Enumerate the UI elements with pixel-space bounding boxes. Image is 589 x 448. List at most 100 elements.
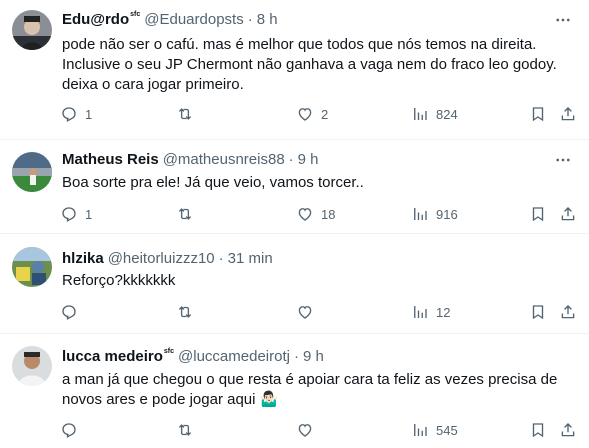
tweet-header: Matheus Reis @matheusnreis88 · 9 h [62,149,319,169]
views-count: 12 [436,304,451,320]
avatar[interactable] [12,346,52,386]
views-button[interactable]: 12 [411,297,450,327]
share-button[interactable] [559,297,577,327]
tweet-text: pode não ser o cafú. mas é melhor que to… [62,35,572,95]
retweet-button[interactable] [176,99,201,129]
timestamp[interactable]: 8 h [257,11,278,28]
views-button[interactable]: 545 [411,415,458,445]
timestamp[interactable]: 9 h [298,151,319,168]
like-button[interactable]: 2 [296,99,328,129]
share-button[interactable] [559,99,577,129]
share-button[interactable] [559,415,577,445]
reply-icon [62,423,76,438]
views-count: 545 [436,422,458,438]
avatar[interactable] [12,152,52,192]
tweet-header: lucca medeiro sfc @luccamedeirotj · 9 h [62,346,324,366]
action-bar: 12 [52,297,589,327]
bookmark-icon [532,207,544,222]
tweet-text-line: Reforço?kkkkkkk [62,272,176,289]
display-name[interactable]: Matheus Reis [62,151,159,168]
tweet-text-line: deixa o cara jogar primeiro. [62,76,244,93]
retweet-button[interactable] [176,199,201,229]
like-button[interactable] [296,297,321,327]
separator-dot: · [218,249,224,267]
reply-button[interactable] [60,297,85,327]
user-handle[interactable]: @luccamedeirotj [178,348,290,365]
like-button[interactable] [296,415,321,445]
tweet[interactable]: lucca medeiro sfc @luccamedeirotj · 9 h … [0,334,589,448]
timestamp[interactable]: 9 h [303,348,324,365]
views-icon [414,306,427,318]
tweet-header: Edu@rdo sfc @Eduardopsts · 8 h [62,9,278,29]
retweet-icon [178,208,192,220]
avatar[interactable] [12,247,52,287]
reply-icon [62,305,76,320]
views-button[interactable]: 916 [411,199,458,229]
views-count: 916 [436,206,458,222]
bookmark-button[interactable] [529,297,547,327]
separator-dot: · [247,10,253,28]
tweet-text: a man já que chegou o que resta é apoiar… [62,370,572,410]
tweet[interactable]: hlzika @heitorluizzz10 · 31 min Reforço?… [0,234,589,334]
tweet-text-line: pode não ser o cafú. mas é melhor que to… [62,36,537,53]
like-button[interactable]: 18 [296,199,335,229]
timestamp[interactable]: 31 min [228,250,273,267]
reply-button[interactable]: 1 [60,99,92,129]
name-badge: sfc [163,347,175,355]
tweet-text-line: Boa sorte pra ele! Já que veio, vamos to… [62,174,364,191]
tweet-text-line: novos ares e pode jogar aqui 🤷🏻‍♂️ [62,391,279,408]
separator-dot: · [288,150,294,168]
bookmark-button[interactable] [529,415,547,445]
retweet-icon [178,108,192,120]
more-icon[interactable] [553,10,573,30]
display-name[interactable]: lucca medeiro [62,348,163,365]
views-icon [414,108,427,120]
views-icon [414,208,427,220]
retweet-icon [178,306,192,318]
tweet-text: Reforço?kkkkkkk [62,271,572,291]
heart-icon [298,108,312,121]
reply-button[interactable]: 1 [60,199,92,229]
reply-count: 1 [85,106,93,122]
tweet[interactable]: Matheus Reis @matheusnreis88 · 9 h Boa s… [0,140,589,234]
like-count: 2 [321,106,329,122]
reply-button[interactable] [60,415,85,445]
reply-icon [62,207,76,222]
share-icon [561,305,575,319]
user-handle[interactable]: @heitorluizzz10 [108,250,215,267]
tweet-header: hlzika @heitorluizzz10 · 31 min [62,248,273,268]
retweet-icon [178,424,192,436]
views-count: 824 [436,106,458,122]
heart-icon [298,306,312,319]
tweet[interactable]: Edu@rdo sfc @Eduardopsts · 8 h pode não … [0,0,589,140]
more-icon[interactable] [553,150,573,170]
bookmark-button[interactable] [529,199,547,229]
retweet-button[interactable] [176,297,201,327]
user-handle[interactable]: @matheusnreis88 [163,151,285,168]
user-handle[interactable]: @Eduardopsts [144,11,243,28]
reply-icon [62,107,76,122]
name-badge: sfc [130,10,141,18]
share-icon [561,423,575,437]
tweet-text-line: Inclusive o seu JP Chermont não ganhava … [62,56,557,73]
action-bar: 1 2 824 [52,99,589,129]
views-button[interactable]: 824 [411,99,458,129]
heart-icon [298,424,312,437]
avatar[interactable] [12,10,52,50]
tweet-text: Boa sorte pra ele! Já que veio, vamos to… [62,173,572,193]
display-name[interactable]: hlzika [62,250,104,267]
like-count: 18 [321,206,336,222]
separator-dot: · [293,347,299,365]
share-button[interactable] [559,199,577,229]
share-icon [561,207,575,221]
bookmark-icon [532,107,544,122]
tweet-text-line: a man já que chegou o que resta é apoiar… [62,371,558,388]
heart-icon [298,208,312,221]
bookmark-icon [532,305,544,320]
retweet-button[interactable] [176,415,201,445]
action-bar: 1 18 916 [52,199,589,229]
bookmark-icon [532,423,544,438]
action-bar: 545 [52,415,589,445]
display-name[interactable]: Edu@rdo [62,11,129,28]
bookmark-button[interactable] [529,99,547,129]
